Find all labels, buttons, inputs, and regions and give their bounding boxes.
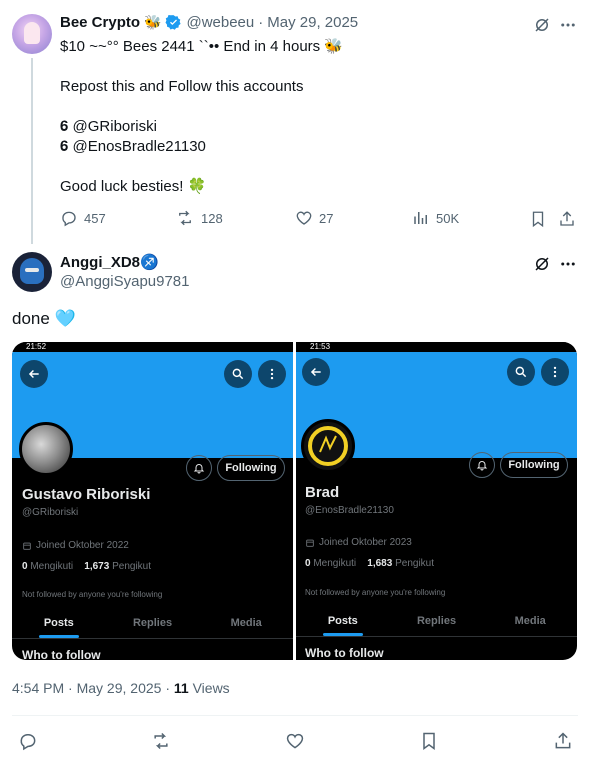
bookmark-icon[interactable] <box>418 730 440 752</box>
followers-count: 1,683 <box>367 558 393 569</box>
separator-dot: · <box>165 680 170 696</box>
tweet-date[interactable]: May 29, 2025 <box>267 14 358 31</box>
more-options-icon[interactable] <box>558 15 578 35</box>
profile-tabs: Posts Replies Media <box>12 617 293 629</box>
like-button[interactable]: 27 <box>295 209 333 227</box>
more-options-icon <box>258 360 286 388</box>
repost-count: 128 <box>201 210 223 226</box>
reply-button[interactable]: 457 <box>60 209 106 227</box>
following-button: Following <box>217 455 285 481</box>
tab-media: Media <box>230 617 262 629</box>
grok-icon[interactable] <box>532 15 552 35</box>
profile-stats: 0 Mengikuti 1,673 Pengikut <box>22 561 151 572</box>
like-count: 27 <box>319 210 334 226</box>
verified-badge-icon <box>165 14 182 31</box>
author-handle[interactable]: @webeeu <box>186 14 254 31</box>
anggi-avatar[interactable] <box>12 252 52 292</box>
repost-icon[interactable] <box>149 730 173 752</box>
profile-screenshot-2[interactable]: 21:53 Following Brad @EnosBradle21130 Jo… <box>296 342 577 660</box>
tab-posts: Posts <box>12 617 106 629</box>
followers-label: Pengikut <box>112 561 152 572</box>
followers-count: 1,673 <box>84 561 110 572</box>
who-to-follow-heading: Who to follow <box>305 646 384 660</box>
followers-label: Pengikut <box>395 558 435 569</box>
more-options-icon[interactable] <box>558 254 578 274</box>
reply-time[interactable]: 4:54 PM <box>12 680 64 696</box>
reply-views-label: Views <box>192 680 230 696</box>
following-count: 0 <box>305 558 311 569</box>
joined-text: Joined Oktober 2023 <box>319 537 412 548</box>
joined-text: Joined Oktober 2022 <box>36 540 129 551</box>
tab-media: Media <box>514 615 546 627</box>
tab-replies: Replies <box>132 617 173 629</box>
tab-posts: Posts <box>296 615 390 627</box>
tweet-line-2: Repost this and Follow this accounts <box>60 78 304 95</box>
separator-dot: · <box>258 14 264 31</box>
notification-bell-icon <box>186 455 212 481</box>
not-followed-text: Not followed by anyone you're following <box>305 588 446 597</box>
repost-button[interactable]: 128 <box>175 209 223 227</box>
reply-timestamp: 4:54 PM · May 29, 2025 · 11 Views <box>12 680 230 696</box>
profile-avatar <box>301 419 355 473</box>
tabs-divider <box>296 636 577 637</box>
profile-joined: Joined Oktober 2022 <box>22 540 129 551</box>
views-icon <box>414 212 427 224</box>
status-bar: 21:52 <box>12 342 293 352</box>
following-count: 0 <box>22 561 28 572</box>
reply-icon[interactable] <box>17 730 39 752</box>
search-icon <box>507 358 535 386</box>
calendar-icon <box>306 539 314 547</box>
grok-icon[interactable] <box>532 254 552 274</box>
profile-handle: @GRiboriski <box>22 507 79 518</box>
calendar-icon <box>23 542 31 550</box>
views-button[interactable]: 50K <box>412 209 459 227</box>
heart-icon <box>296 211 312 225</box>
separator-dot: · <box>68 680 73 696</box>
tweet-line-1: $10 ~~°° Bees 2441 ``•• End in 4 hours 🐝 <box>60 38 344 55</box>
who-to-follow-heading: Who to follow <box>22 648 101 660</box>
thread-line <box>31 58 33 244</box>
heart-icon[interactable] <box>284 730 306 752</box>
following-label: Mengikuti <box>30 561 74 572</box>
views-count: 50K <box>436 210 460 226</box>
tabs-divider <box>12 638 293 639</box>
status-bar: 21:53 <box>296 342 577 352</box>
profile-stats: 0 Mengikuti 1,683 Pengikut <box>305 558 434 569</box>
reply-views-count: 11 <box>173 680 189 696</box>
author-emoji: 🐝 <box>144 14 162 30</box>
search-icon <box>224 360 252 388</box>
back-arrow-icon <box>20 360 48 388</box>
following-label: Mengikuti <box>313 558 357 569</box>
profile-tabs: Posts Replies Media <box>296 615 577 627</box>
profile-joined: Joined Oktober 2023 <box>305 537 412 548</box>
reply-icon <box>62 211 76 227</box>
profile-handle: @EnosBradle21130 <box>305 505 394 516</box>
reply-count: 457 <box>84 210 106 226</box>
share-icon[interactable] <box>557 209 577 229</box>
tweet-line-4: 𝟔 @EnosBradle21130 <box>60 138 206 155</box>
profile-name: Brad <box>305 484 340 501</box>
reply-text: done 🩵 <box>12 309 76 328</box>
reply-author-name[interactable]: Anggi_XD8♐ <box>60 253 159 271</box>
tweet-line-5: Good luck besties! 🍀 <box>60 178 207 195</box>
notification-bell-icon <box>469 452 495 478</box>
tab-replies: Replies <box>416 615 457 627</box>
reply-date[interactable]: May 29, 2025 <box>77 680 162 696</box>
profile-screenshot-1[interactable]: 21:52 Following Gustavo Riboriski @GRibo… <box>12 342 293 660</box>
not-followed-text: Not followed by anyone you're following <box>22 590 163 599</box>
bookmark-icon[interactable] <box>528 209 548 229</box>
reply-author-handle[interactable]: @AnggiSyapu9781 <box>60 273 190 290</box>
share-icon[interactable] <box>552 730 574 752</box>
repost-icon <box>179 210 191 226</box>
author-name[interactable]: Bee Crypto <box>60 14 140 31</box>
profile-name: Gustavo Riboriski <box>22 486 151 503</box>
tweet-line-3: 𝟔 @GRiboriski <box>60 118 157 135</box>
bee-crypto-avatar[interactable] <box>12 14 52 54</box>
following-button: Following <box>500 452 568 478</box>
profile-avatar <box>19 422 73 476</box>
action-bar-divider <box>12 715 578 716</box>
more-options-icon <box>541 358 569 386</box>
back-arrow-icon <box>302 358 330 386</box>
